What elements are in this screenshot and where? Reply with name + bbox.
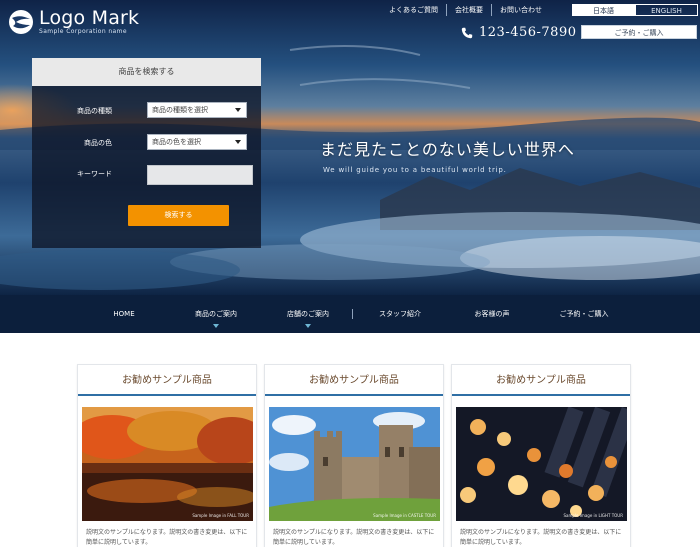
keyword-label: キーワード	[77, 170, 112, 178]
product-color-select-value: 商品の色を選択	[152, 138, 201, 146]
logo-text: Logo Mark Sample Corporation name	[39, 8, 139, 35]
search-row-keyword: キーワード	[32, 165, 261, 185]
nav-item-reserve[interactable]: ご予約・ご購入	[546, 295, 622, 333]
keyword-input[interactable]	[147, 165, 253, 185]
utility-nav: よくあるご質問 会社概要 お問い合わせ	[381, 4, 550, 16]
product-image-caption: Sample Image in CASTLE TOUR	[373, 513, 436, 518]
nav-item-products[interactable]: 商品のご案内	[180, 295, 252, 333]
nav-item-label: HOME	[113, 310, 135, 318]
product-type-label: 商品の種類	[77, 107, 112, 115]
product-card-description: 説明文のサンプルになります。説明文の書き変更は、以下に簡単に説明しています。	[460, 529, 622, 546]
main-nav: HOME 商品のご案内 店舗のご案内 スタッフ紹介 お客様の声 ご予約・ご購入	[0, 295, 700, 333]
product-color-label: 商品の色	[84, 139, 112, 147]
nav-item-label: スタッフ紹介	[379, 310, 421, 318]
product-card-title: お勧めサンプル商品	[78, 365, 256, 396]
product-card[interactable]: お勧めサンプル商品	[264, 364, 444, 547]
product-color-select[interactable]: 商品の色を選択	[147, 134, 247, 150]
product-card[interactable]: お勧めサンプル商品	[451, 364, 631, 547]
language-english-button[interactable]: ENGLISH	[635, 4, 698, 16]
caret-down-icon	[235, 140, 241, 144]
faq-link[interactable]: よくあるご質問	[381, 4, 446, 16]
search-panel-title: 商品を検索する	[32, 58, 261, 86]
logo[interactable]: Logo Mark Sample Corporation name	[8, 8, 139, 35]
nav-item-label: ご予約・ご購入	[559, 310, 609, 318]
product-card-description: 説明文のサンプルになります。説明文の書き変更は、以下に簡単に説明しています。	[273, 529, 435, 546]
search-row-type: 商品の種類 商品の種類を選択	[32, 102, 261, 120]
search-row-color: 商品の色 商品の色を選択	[32, 134, 261, 152]
nav-item-staff[interactable]: スタッフ紹介	[364, 295, 436, 333]
autumn-lake-image	[82, 407, 253, 521]
hero-title: まだ見たことのない美しい世界へ	[320, 140, 575, 159]
phone-number-text: 123-456-7890	[479, 25, 577, 40]
product-card-image[interactable]: Sample Image in LIGHT TOUR	[456, 407, 627, 521]
nav-item-label: 商品のご案内	[195, 310, 237, 318]
product-type-select[interactable]: 商品の種類を選択	[147, 102, 247, 118]
nav-item-voices[interactable]: お客様の声	[456, 295, 528, 333]
product-type-select-value: 商品の種類を選択	[152, 106, 208, 114]
submenu-caret-icon	[213, 324, 219, 328]
logo-name: Logo Mark	[39, 7, 140, 29]
language-japanese-button[interactable]: 日本語	[572, 4, 635, 16]
product-card-title: お勧めサンプル商品	[452, 365, 630, 396]
product-card-image[interactable]: Sample Image in FALL TOUR	[82, 407, 253, 521]
lanterns-image	[456, 407, 627, 521]
product-image-caption: Sample Image in FALL TOUR	[192, 513, 249, 518]
caret-down-icon	[235, 108, 241, 112]
nav-item-label: 店舗のご案内	[287, 310, 329, 318]
search-submit-button[interactable]: 検索する	[128, 205, 229, 226]
page: Logo Mark Sample Corporation name よくあるご質…	[0, 0, 700, 547]
nav-item-label: お客様の声	[474, 310, 510, 318]
hero-subtitle: We will guide you to a beautiful world t…	[323, 166, 507, 174]
hero-section: Logo Mark Sample Corporation name よくあるご質…	[0, 0, 700, 295]
product-image-caption: Sample Image in LIGHT TOUR	[563, 513, 623, 518]
reserve-purchase-button[interactable]: ご予約・ご購入	[581, 25, 697, 39]
product-card-description: 説明文のサンプルになります。説明文の書き変更は、以下に簡単に説明しています。	[86, 529, 248, 546]
nav-divider	[352, 309, 353, 319]
logo-subtitle: Sample Corporation name	[39, 28, 127, 35]
products-section: お勧めサンプル商品 Sample Image in FALL TOUR 説明文の…	[0, 333, 700, 547]
nav-item-home[interactable]: HOME	[94, 295, 154, 333]
nav-item-stores[interactable]: 店舗のご案内	[272, 295, 344, 333]
castle-image	[269, 407, 440, 521]
company-link[interactable]: 会社概要	[446, 4, 491, 16]
contact-link[interactable]: お問い合わせ	[491, 4, 550, 16]
product-card-image[interactable]: Sample Image in CASTLE TOUR	[269, 407, 440, 521]
phone-icon	[461, 27, 473, 38]
submenu-caret-icon	[305, 324, 311, 328]
product-search-panel: 商品を検索する 商品の種類 商品の種類を選択 商品の色 商品の色を選択 キーワー…	[32, 58, 261, 248]
product-card[interactable]: お勧めサンプル商品 Sample Image in FALL TOUR 説明文の…	[77, 364, 257, 547]
phone-number[interactable]: 123-456-7890	[461, 24, 577, 41]
globe-logo-icon	[9, 9, 33, 34]
product-card-title: お勧めサンプル商品	[265, 365, 443, 396]
